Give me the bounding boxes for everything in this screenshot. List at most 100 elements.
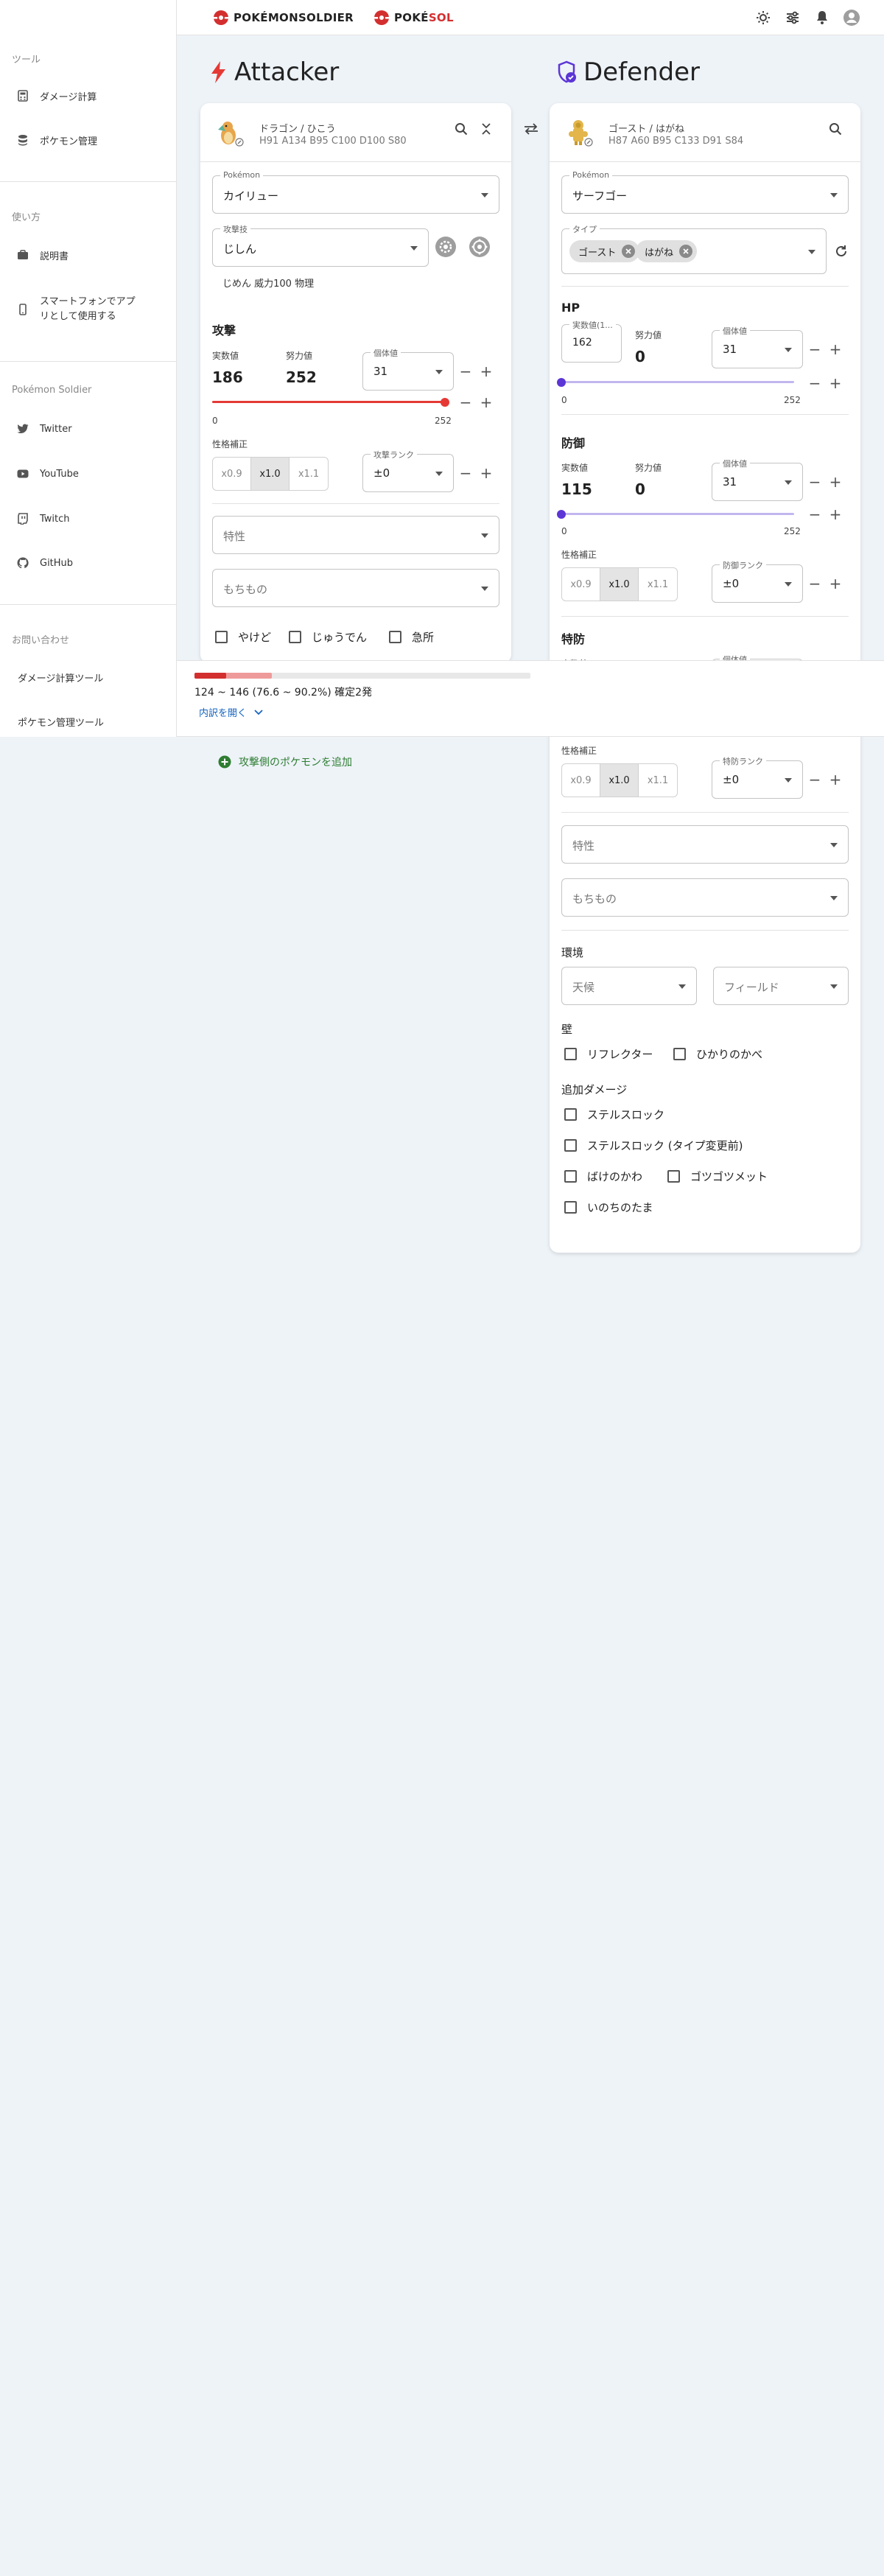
ev-plus-button[interactable]: + <box>827 505 844 523</box>
attacker-move-select[interactable]: 攻撃技 じしん <box>212 223 429 267</box>
youtube-icon <box>16 467 29 480</box>
attack-ev-value[interactable]: 252 <box>286 368 317 386</box>
hp-ev-slider-thumb[interactable] <box>557 378 566 387</box>
search-icon[interactable] <box>450 118 472 140</box>
attack-rank-select[interactable]: 攻撃ランク ±0 <box>362 449 454 492</box>
ev-plus-button[interactable]: + <box>477 393 495 411</box>
hp-ev-value[interactable]: 0 <box>635 348 645 365</box>
hp-iv-select[interactable]: 個体値 31 <box>712 325 803 368</box>
stealth-rock-checkbox[interactable]: ステルスロック <box>564 1107 664 1122</box>
hp-real-input[interactable]: 実数値(1... 162 <box>561 319 622 363</box>
nature-0.9-button[interactable]: x0.9 <box>562 568 600 601</box>
type-chip-steel[interactable]: はがね <box>636 240 698 262</box>
sidebar-item-damage-calc[interactable]: ダメージ計算 <box>0 78 176 113</box>
ev-minus-button[interactable]: − <box>457 393 474 411</box>
sidebar-item-github[interactable]: GitHub <box>0 545 176 581</box>
defense-ev-value[interactable]: 0 <box>635 480 645 498</box>
reflect-checkbox[interactable]: リフレクター <box>564 1046 653 1062</box>
defender-type-select[interactable]: タイプ ゴースト はがね <box>561 223 827 274</box>
field-terrain-select[interactable]: フィールド <box>713 967 849 1005</box>
nature-0.9-button[interactable]: x0.9 <box>562 764 600 797</box>
nature-1.1-button[interactable]: x1.1 <box>290 458 328 490</box>
sidebar-item-twitch[interactable]: Twitch <box>0 501 176 536</box>
nature-1.0-button[interactable]: x1.0 <box>600 568 639 601</box>
pokemon-soldier-logo[interactable]: POKÉMONSOLDIER <box>212 7 354 28</box>
breakdown-toggle[interactable]: 内訳を開く <box>199 705 263 719</box>
settings-sliders-icon[interactable] <box>782 7 803 28</box>
rank-plus-button[interactable]: + <box>827 575 844 592</box>
chip-remove-icon[interactable] <box>679 245 693 258</box>
sidebar-item-pokemon-box[interactable]: ポケモン管理 <box>0 122 176 158</box>
iv-plus-button[interactable]: + <box>827 340 844 358</box>
spdef-rank-select[interactable]: 特防ランク ±0 <box>712 755 803 799</box>
divider <box>561 414 849 415</box>
sidebar-item-install-app[interactable]: スマートフォンでアプリとして使用する <box>0 290 176 329</box>
rank-plus-button[interactable]: + <box>477 464 495 482</box>
nature-1.1-button[interactable]: x1.1 <box>639 568 677 601</box>
light-screen-checkbox[interactable]: ひかりのかべ <box>673 1046 762 1062</box>
nature-1.1-button[interactable]: x1.1 <box>639 764 677 797</box>
attack-iv-select[interactable]: 個体値 31 <box>362 347 454 391</box>
defense-ev-slider-track[interactable] <box>561 513 794 515</box>
iv-minus-button[interactable]: − <box>806 473 824 491</box>
defender-ability-select[interactable]: 特性 <box>561 825 849 864</box>
move-settings-gear-icon[interactable] <box>435 236 457 258</box>
rank-minus-button[interactable]: − <box>806 575 824 592</box>
disguise-checkbox[interactable]: ばけのかわ <box>564 1169 642 1184</box>
sidebar-item-label: スマートフォンでアプリとして使用する <box>40 296 136 322</box>
defense-rank-select[interactable]: 防御ランク ±0 <box>712 559 803 603</box>
attacker-pokemon-select[interactable]: Pokémon カイリュー <box>212 170 499 214</box>
critical-checkbox[interactable]: 急所 <box>389 629 434 645</box>
defender-pokemon-select[interactable]: Pokémon サーフゴー <box>561 170 849 214</box>
reset-icon[interactable] <box>830 240 852 262</box>
search-icon[interactable] <box>824 118 846 140</box>
checkbox-label: リフレクター <box>587 1048 653 1061</box>
ev-minus-button[interactable]: − <box>806 374 824 392</box>
ev-plus-button[interactable]: + <box>827 374 844 392</box>
defense-real-value[interactable]: 115 <box>561 480 592 498</box>
account-icon[interactable] <box>841 7 862 28</box>
swap-icon[interactable] <box>520 118 542 140</box>
defense-iv-select[interactable]: 個体値 31 <box>712 458 803 501</box>
add-attacker-button[interactable]: 攻撃側のポケモンを追加 <box>218 755 352 769</box>
damage-bar-min <box>194 673 227 679</box>
defense-ev-slider-thumb[interactable] <box>557 510 566 519</box>
iv-minus-button[interactable]: − <box>457 363 474 380</box>
sidebar-item-manual[interactable]: 説明書 <box>0 237 176 273</box>
manual-icon <box>16 248 29 262</box>
collapse-icon[interactable] <box>475 118 497 140</box>
chip-remove-icon[interactable] <box>622 245 636 258</box>
sidebar-item-twitter[interactable]: Twitter <box>0 411 176 447</box>
sidebar-item-contact-damage[interactable]: ダメージ計算ツール <box>0 659 176 695</box>
attacker-ability-select[interactable]: 特性 <box>212 516 499 554</box>
type-chip-ghost[interactable]: ゴースト <box>569 240 640 262</box>
attack-ev-slider-thumb[interactable] <box>441 398 449 407</box>
move-type-ball-icon[interactable] <box>469 236 491 258</box>
iv-plus-button[interactable]: + <box>827 473 844 491</box>
theme-toggle-icon[interactable] <box>753 7 774 28</box>
sidebar-item-label: YouTube <box>40 468 79 480</box>
nature-1.0-button[interactable]: x1.0 <box>600 764 639 797</box>
attack-real-value[interactable]: 186 <box>212 368 243 386</box>
iv-minus-button[interactable]: − <box>806 340 824 358</box>
bell-icon[interactable] <box>812 7 832 28</box>
sidebar-item-contact-box[interactable]: ポケモン管理ツール <box>0 704 176 739</box>
charge-checkbox[interactable]: じゅうでん <box>289 629 367 645</box>
weather-select[interactable]: 天候 <box>561 967 697 1005</box>
hp-ev-slider-track[interactable] <box>561 381 794 383</box>
defender-item-select[interactable]: もちもの <box>561 878 849 917</box>
pokesol-logo[interactable]: POKÉ SOL <box>373 7 454 28</box>
stealth-rock-pre-type-change-checkbox[interactable]: ステルスロック (タイプ変更前) <box>564 1138 743 1153</box>
rank-minus-button[interactable]: − <box>806 771 824 788</box>
life-orb-checkbox[interactable]: いのちのたま <box>564 1200 653 1215</box>
rank-plus-button[interactable]: + <box>827 771 844 788</box>
rank-minus-button[interactable]: − <box>457 464 474 482</box>
iv-plus-button[interactable]: + <box>477 363 495 380</box>
nature-0.9-button[interactable]: x0.9 <box>213 458 251 490</box>
nature-1.0-button[interactable]: x1.0 <box>251 458 290 490</box>
burn-checkbox[interactable]: やけど <box>215 629 271 645</box>
sidebar-item-youtube[interactable]: YouTube <box>0 456 176 491</box>
ev-minus-button[interactable]: − <box>806 505 824 523</box>
attacker-item-select[interactable]: もちもの <box>212 569 499 607</box>
rocky-helmet-checkbox[interactable]: ゴツゴツメット <box>667 1169 768 1184</box>
